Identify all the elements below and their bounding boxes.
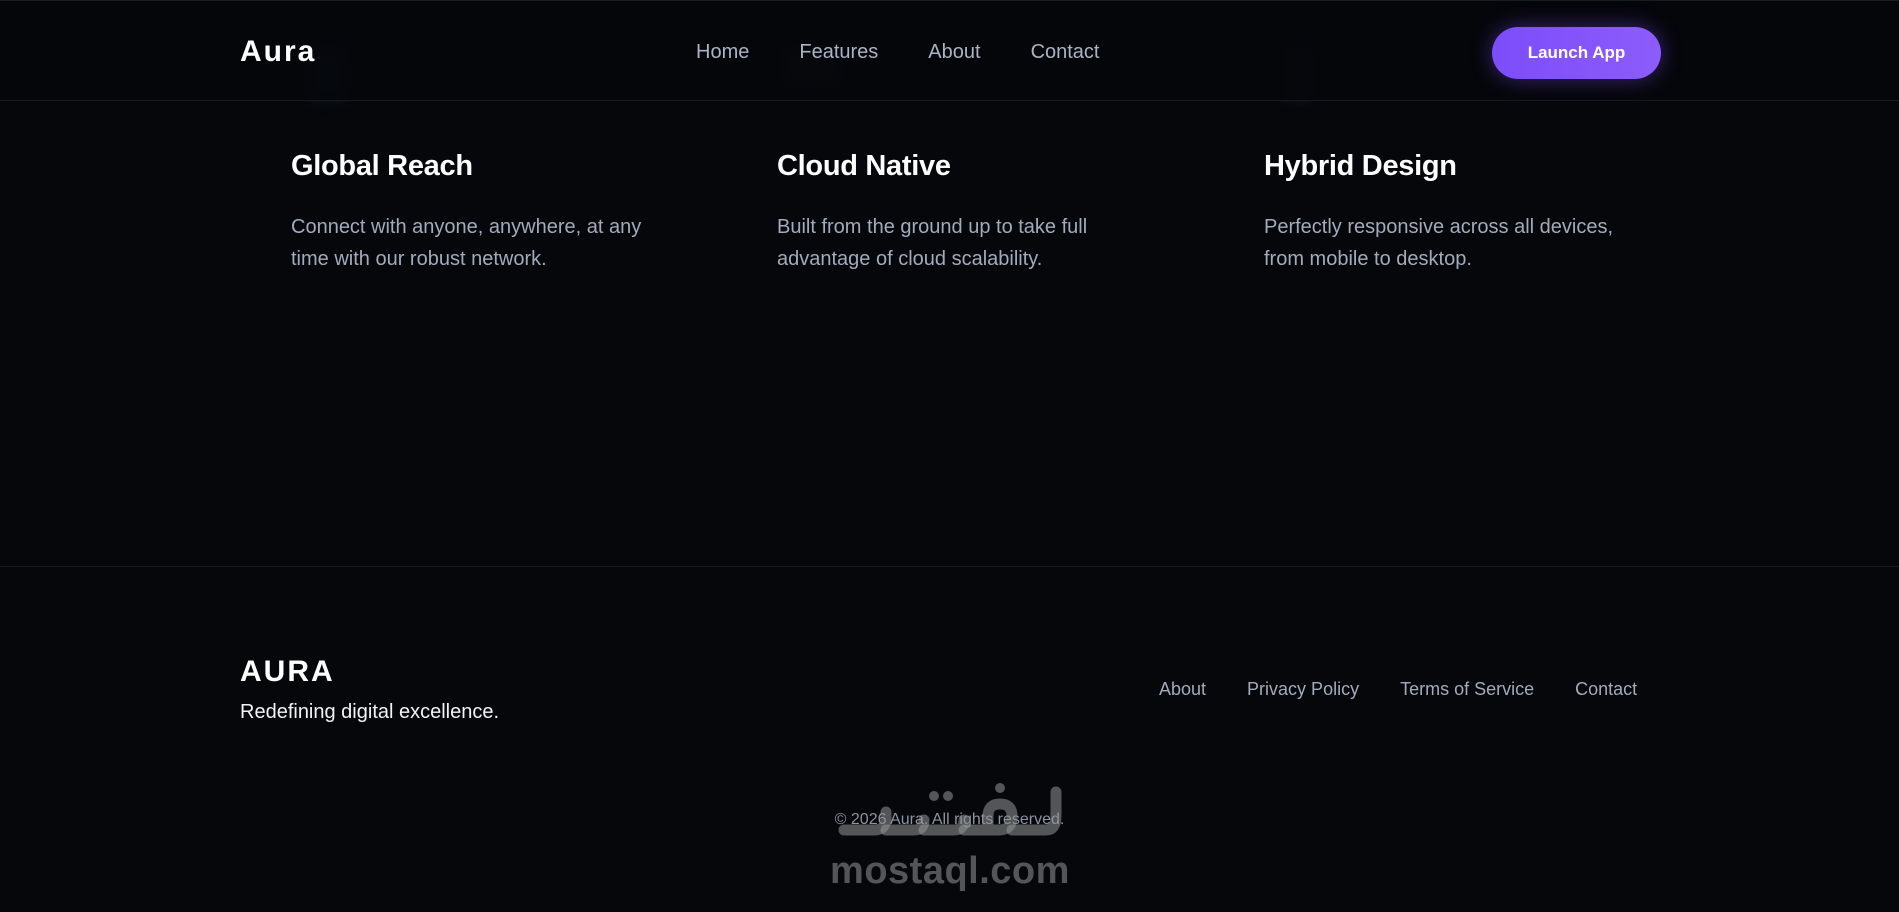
feature-description: Perfectly responsive across all devices,…	[1264, 216, 1614, 270]
watermark-text: mostaql.com	[830, 850, 1070, 892]
nav-link-about[interactable]: About	[928, 41, 980, 64]
feature-card-global-reach: Global Reach Connect with anyone, anywhe…	[291, 150, 671, 275]
feature-card-cloud-native: Cloud Native Built from the ground up to…	[777, 150, 1157, 275]
footer-brand: AURA	[240, 655, 335, 688]
top-navbar: Aura Home Features About Contact Launch …	[0, 0, 1899, 101]
nav-link-features[interactable]: Features	[799, 41, 878, 64]
footer-link-terms-of-service[interactable]: Terms of Service	[1400, 679, 1534, 700]
footer-nav: About Privacy Policy Terms of Service Co…	[1159, 679, 1637, 700]
arabic-logo-mark	[838, 783, 1062, 836]
feature-description: Connect with anyone, anywhere, at any ti…	[291, 216, 642, 270]
footer-tagline: Redefining digital excellence.	[240, 701, 500, 723]
mostaql-watermark-logo: mostaql.com	[820, 782, 1080, 894]
nav-link-home[interactable]: Home	[696, 41, 749, 64]
footer-link-about[interactable]: About	[1159, 679, 1206, 700]
feature-description: Built from the ground up to take full ad…	[777, 216, 1088, 270]
footer-link-privacy-policy[interactable]: Privacy Policy	[1247, 679, 1359, 700]
feature-title: Global Reach	[291, 150, 473, 182]
brand-logo[interactable]: Aura	[240, 35, 316, 69]
feature-title: Cloud Native	[777, 150, 951, 182]
feature-card-hybrid-design: Hybrid Design Perfectly responsive acros…	[1264, 150, 1644, 275]
feature-title: Hybrid Design	[1264, 150, 1457, 182]
landing-page: Aura Home Features About Contact Launch …	[0, 0, 1899, 912]
footer-link-contact[interactable]: Contact	[1575, 679, 1637, 700]
main-nav: Home Features About Contact	[696, 41, 1150, 64]
launch-app-button[interactable]: Launch App	[1492, 27, 1661, 79]
nav-link-contact[interactable]: Contact	[1031, 41, 1100, 64]
